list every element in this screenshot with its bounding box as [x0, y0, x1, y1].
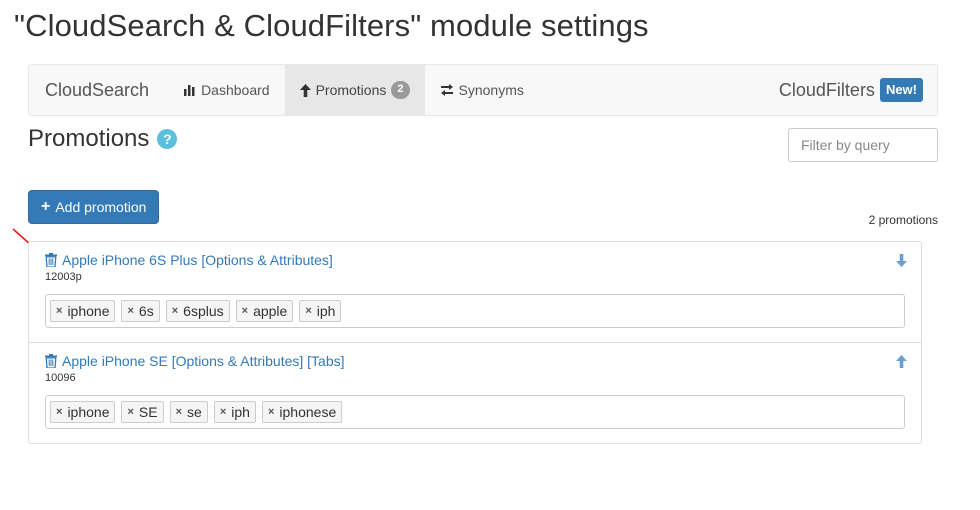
bar-chart-icon [184, 84, 196, 96]
promotions-title: Promotions [28, 125, 150, 152]
tag: × iph [299, 300, 342, 322]
nav-dashboard-label: Dashboard [201, 82, 270, 98]
new-badge: New! [879, 78, 923, 102]
tag: × iphone [50, 300, 116, 322]
nav-synonyms[interactable]: Synonyms [425, 65, 539, 115]
tag-label: iphone [67, 303, 110, 319]
plus-icon: + [41, 198, 51, 215]
tag: × apple [235, 300, 294, 322]
trash-icon[interactable] [45, 253, 57, 267]
promotion-item: Apple iPhone SE [Options & Attributes] [… [29, 343, 921, 443]
remove-tag-icon[interactable]: × [242, 305, 248, 317]
promotions-count-label: 2 promotions [868, 213, 938, 227]
tag-label: iph [316, 303, 336, 319]
promotion-item: Apple iPhone 6S Plus [Options & Attribut… [29, 242, 921, 343]
tag: × iph [213, 401, 256, 423]
promotion-id: 10096 [45, 372, 76, 384]
tag: × 6splus [165, 300, 230, 322]
remove-tag-icon[interactable]: × [305, 305, 311, 317]
swap-icon [440, 84, 454, 96]
promotion-id: 12003p [45, 271, 82, 283]
question-circle-icon[interactable]: ? [157, 129, 178, 149]
promotion-title-link[interactable]: Apple iPhone SE [Options & Attributes] [… [62, 353, 345, 369]
tags-input[interactable]: × iphone × SE × se × iph × iphonese [45, 395, 905, 429]
tag-label: iphonese [279, 404, 337, 420]
cloudfilters-link[interactable]: CloudFilters New! [779, 65, 937, 115]
remove-tag-icon[interactable]: × [56, 305, 62, 317]
tag-label: SE [138, 404, 158, 420]
remove-tag-icon[interactable]: × [127, 406, 133, 418]
module-navbar: CloudSearch Dashboard Promotions 2 Synon… [28, 64, 938, 116]
add-promotion-button[interactable]: + Add promotion [28, 190, 160, 224]
tag: × iphone [50, 401, 116, 423]
arrow-up-icon [299, 83, 311, 97]
tag-label: iphone [67, 404, 110, 420]
remove-tag-icon[interactable]: × [220, 406, 226, 418]
page-title: "CloudSearch & CloudFilters" module sett… [14, 8, 649, 43]
promotion-title-link[interactable]: Apple iPhone 6S Plus [Options & Attribut… [62, 252, 333, 268]
arrow-up-icon[interactable] [896, 355, 907, 373]
remove-tag-icon[interactable]: × [172, 305, 178, 317]
tags-input[interactable]: × iphone × 6s × 6splus × apple × iph [45, 294, 905, 328]
tag: × se [169, 401, 208, 423]
remove-tag-icon[interactable]: × [176, 406, 182, 418]
tag-label: se [187, 404, 202, 420]
cloudfilters-label: CloudFilters [778, 79, 875, 100]
tag: × 6s [121, 300, 160, 322]
nav-promotions-label: Promotions [315, 82, 387, 98]
tag-label: iph [231, 404, 250, 420]
tag-label: 6s [138, 303, 154, 319]
trash-icon[interactable] [45, 354, 57, 368]
filter-by-query-input[interactable] [788, 128, 938, 162]
add-promotion-label: Add promotion [55, 199, 147, 215]
tag-label: apple [253, 303, 288, 319]
navbar-brand[interactable]: CloudSearch [29, 65, 165, 115]
nav-synonyms-label: Synonyms [458, 82, 524, 98]
promotions-count-badge: 2 [391, 81, 410, 99]
arrow-down-icon[interactable] [896, 254, 907, 272]
remove-tag-icon[interactable]: × [127, 305, 133, 317]
tag: × SE [121, 401, 164, 423]
promotions-heading: Promotions ? [28, 125, 178, 153]
nav-promotions[interactable]: Promotions 2 [284, 65, 425, 115]
remove-tag-icon[interactable]: × [56, 406, 62, 418]
tag-label: 6splus [183, 303, 224, 319]
remove-tag-icon[interactable]: × [268, 406, 274, 418]
nav-dashboard[interactable]: Dashboard [169, 65, 285, 115]
tag: × iphonese [261, 401, 343, 423]
promotions-list: Apple iPhone 6S Plus [Options & Attribut… [28, 241, 922, 444]
